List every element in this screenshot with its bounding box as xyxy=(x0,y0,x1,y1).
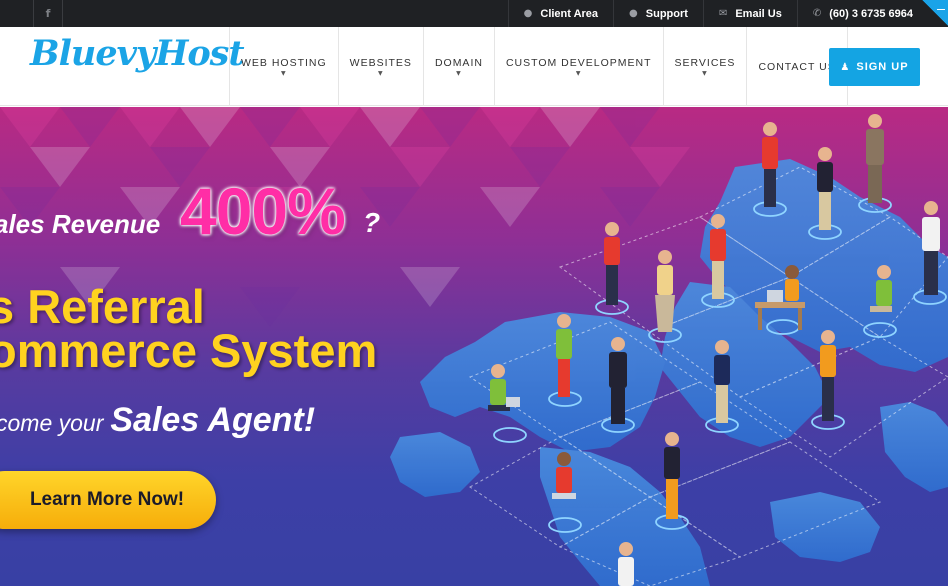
phone-link[interactable]: ✆ (60) 3 6735 6964 xyxy=(796,0,928,27)
caret-down-icon: ▼ xyxy=(575,69,582,77)
hero-banner[interactable]: ales Revenue 400% ? s Referral ommerce S… xyxy=(0,107,948,586)
caret-down-icon: ▼ xyxy=(377,69,384,77)
tagline-prefix: come your xyxy=(0,410,104,436)
email-us-link[interactable]: ✉ Email Us xyxy=(702,0,797,27)
headline-line-2: ommerce System xyxy=(0,324,378,377)
nav-label: WEB HOSTING xyxy=(241,56,327,69)
top-bar: f ● Client Area ● Support ✉ Email Us ✆ (… xyxy=(0,0,948,27)
top-links: ● Client Area ● Support ✉ Email Us ✆ (60… xyxy=(507,0,928,27)
caret-down-icon: ▼ xyxy=(456,69,462,77)
sales-agent-tagline: come your Sales Agent! xyxy=(0,401,315,440)
main-nav: WEB HOSTING ▼ WEBSITES ▼ DOMAIN ▼ CUSTOM… xyxy=(229,27,848,106)
client-area-link[interactable]: ● Client Area xyxy=(507,0,613,27)
support-link[interactable]: ● Support xyxy=(613,0,703,27)
nav-label: CONTACT US xyxy=(758,60,836,73)
nav-domain[interactable]: DOMAIN ▼ xyxy=(422,27,494,106)
main-header: BluevyHost WEB HOSTING ▼ WEBSITES ▼ DOMA… xyxy=(0,27,948,106)
percent-400-text: 400% xyxy=(180,174,346,248)
nav-services[interactable]: SERVICES ▼ xyxy=(662,27,747,106)
email-us-label: Email Us xyxy=(735,7,782,20)
client-area-label: Client Area xyxy=(540,7,599,20)
caret-down-icon: ▼ xyxy=(281,69,287,77)
corner-menu-toggle[interactable] xyxy=(922,0,948,26)
nav-label: DOMAIN xyxy=(434,56,483,69)
facebook-icon[interactable]: f xyxy=(33,0,63,27)
nav-label: SERVICES xyxy=(674,56,736,69)
envelope-icon: ✉ xyxy=(718,8,728,19)
nav-label: CUSTOM DEVELOPMENT xyxy=(505,56,652,69)
support-label: Support xyxy=(645,7,688,20)
phone-number: (60) 3 6735 6964 xyxy=(829,7,913,20)
sign-up-label: SIGN UP xyxy=(856,61,909,73)
nav-web-hosting[interactable]: WEB HOSTING ▼ xyxy=(229,27,338,106)
info-circle-icon: ● xyxy=(629,8,638,19)
tagline-emphasis: Sales Agent! xyxy=(110,401,316,439)
info-circle-icon: ● xyxy=(523,8,533,19)
question-mark-text: ? xyxy=(363,207,381,238)
sign-up-button[interactable]: ♟ SIGN UP xyxy=(829,48,920,86)
nav-websites[interactable]: WEBSITES ▼ xyxy=(337,27,423,106)
nav-custom-development[interactable]: CUSTOM DEVELOPMENT ▼ xyxy=(493,27,663,106)
phone-icon: ✆ xyxy=(812,8,822,19)
user-icon: ♟ xyxy=(840,61,851,73)
caret-down-icon: ▼ xyxy=(702,69,708,77)
learn-more-button[interactable]: Learn More Now! xyxy=(0,471,216,529)
minus-icon xyxy=(937,9,945,10)
site-logo[interactable]: BluevyHost xyxy=(30,33,245,74)
sales-revenue-text: ales Revenue xyxy=(0,209,161,239)
nav-label: WEBSITES xyxy=(349,56,412,69)
